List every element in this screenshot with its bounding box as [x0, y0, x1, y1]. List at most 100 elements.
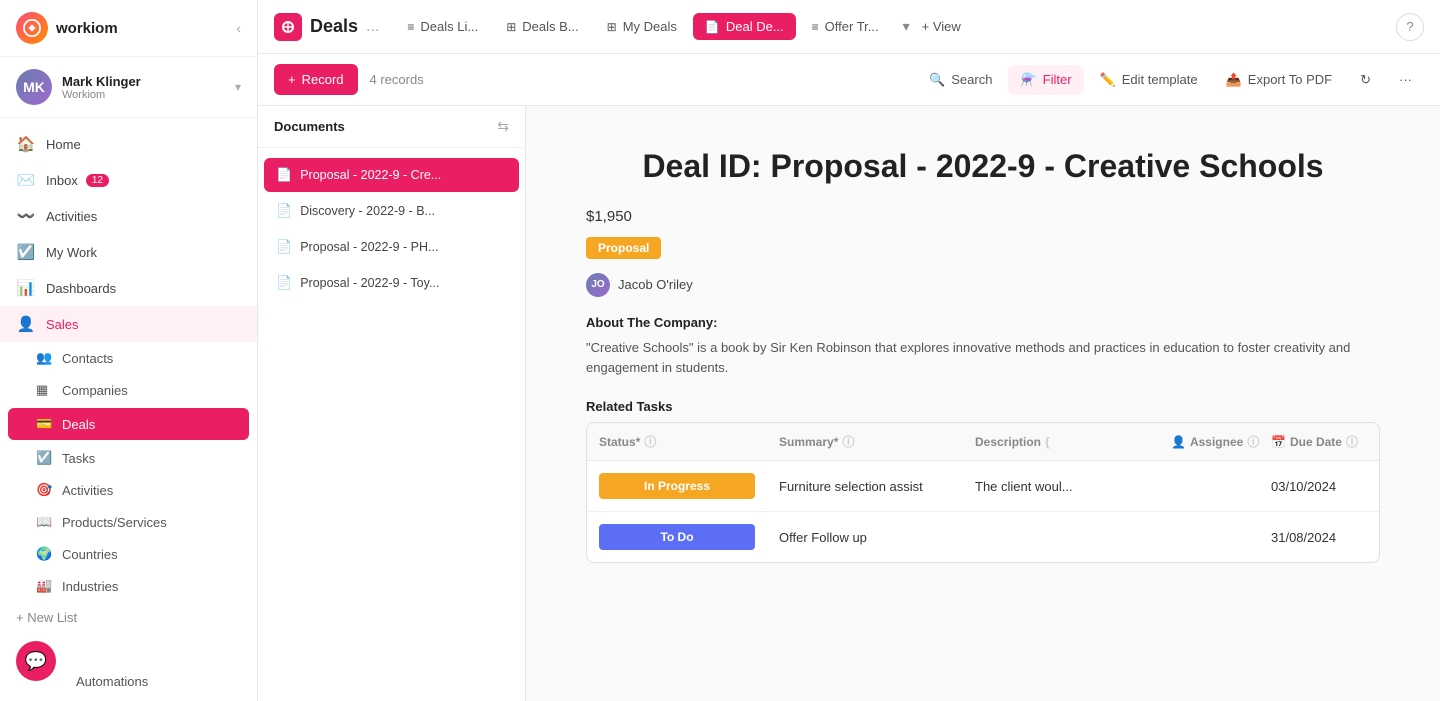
task-summary-cell: Offer Follow up: [767, 518, 963, 557]
task-due-date-cell: 03/10/2024: [1259, 467, 1379, 506]
chat-bubble-button[interactable]: 💬: [16, 641, 56, 681]
doc-list: 📄 Proposal - 2022-9 - Cre... 📄 Discovery…: [258, 148, 525, 310]
doc-item-4[interactable]: 📄 Proposal - 2022-9 - Toy...: [264, 266, 519, 300]
doc-item-1[interactable]: 📄 Proposal - 2022-9 - Cre...: [264, 158, 519, 192]
tasks-table: Status* ⓘ Summary* ⓘ Description { 👤 Ass…: [586, 422, 1380, 563]
filter-icon: ⚗️: [1020, 72, 1036, 88]
deal-assignee: JO Jacob O'riley: [586, 273, 1380, 297]
nav-items: 🏠 Home ✉️ Inbox 12 〰️ Activities ☑️ My W…: [0, 118, 257, 641]
refresh-button[interactable]: ↻: [1348, 65, 1383, 95]
more-options-button[interactable]: ···: [1387, 65, 1424, 94]
doc-file-icon: 📄: [276, 239, 292, 255]
due-date-header-label: Due Date: [1290, 435, 1342, 449]
assignee-info-icon: ⓘ: [1247, 433, 1259, 450]
sidebar-item-products[interactable]: 📖 Products/Services: [0, 506, 257, 538]
documents-panel: Documents ⇆ 📄 Proposal - 2022-9 - Cre...…: [258, 106, 526, 701]
sidebar-item-my-work[interactable]: ☑️ My Work: [0, 234, 257, 270]
table-row: To Do Offer Follow up 31/08/2024: [587, 512, 1379, 562]
tasks-header: Status* ⓘ Summary* ⓘ Description { 👤 Ass…: [587, 423, 1379, 461]
detail-panel: Deal ID: Proposal - 2022-9 - Creative Sc…: [526, 106, 1440, 701]
list-icon: ≡: [407, 20, 414, 34]
table-row: In Progress Furniture selection assist T…: [587, 461, 1379, 512]
col-due-date: 📅 Due Date ⓘ: [1259, 423, 1379, 460]
tab-deals-list[interactable]: ≡ Deals Li...: [395, 13, 490, 40]
content-area: Documents ⇆ 📄 Proposal - 2022-9 - Cre...…: [258, 106, 1440, 701]
sidebar-item-activities[interactable]: 〰️ Activities: [0, 198, 257, 234]
tab-offer-template[interactable]: ≡ Offer Tr...: [800, 13, 891, 40]
user-chevron-icon[interactable]: ▾: [235, 80, 241, 94]
sidebar-item-contacts[interactable]: 👥 Contacts: [0, 342, 257, 374]
records-count: 4 records: [370, 72, 918, 87]
sidebar-item-dashboards[interactable]: 📊 Dashboards: [0, 270, 257, 306]
toolbar: + Record 4 records 🔍 Search ⚗️ Filter ✏️…: [258, 54, 1440, 106]
automations-link[interactable]: Automations: [60, 670, 164, 693]
search-icon: 🔍: [929, 72, 945, 88]
user-org: Workiom: [62, 89, 141, 101]
offer-icon: ≡: [812, 20, 819, 34]
documents-collapse-icon[interactable]: ⇆: [497, 118, 509, 135]
documents-header: Documents ⇆: [258, 106, 525, 148]
assignee-header-label: Assignee: [1190, 435, 1243, 449]
industries-icon: 🏭: [36, 578, 54, 594]
tab-my-deals[interactable]: ⊞ My Deals: [595, 13, 689, 40]
products-icon: 📖: [36, 514, 54, 530]
tab-deals-board[interactable]: ⊞ Deals B...: [494, 13, 590, 40]
task-due-date-cell: 31/08/2024: [1259, 518, 1379, 557]
task-summary-cell: Furniture selection assist: [767, 467, 963, 506]
deal-detail-icon: 📄: [705, 20, 720, 34]
assignee-name: Jacob O'riley: [618, 277, 693, 292]
export-button[interactable]: 📤 Export To PDF: [1214, 65, 1344, 95]
sidebar-sub-label: Products/Services: [62, 515, 167, 530]
refresh-icon: ↻: [1360, 72, 1371, 88]
deal-badge: Proposal: [586, 237, 661, 259]
new-list-button[interactable]: + New List: [0, 602, 257, 633]
my-work-icon: ☑️: [16, 243, 36, 261]
assignee-header-icon: 👤: [1171, 435, 1186, 449]
sidebar-item-inbox[interactable]: ✉️ Inbox 12: [0, 162, 257, 198]
doc-item-2[interactable]: 📄 Discovery - 2022-9 - B...: [264, 194, 519, 228]
sidebar-item-companies[interactable]: ▦ Companies: [0, 374, 257, 406]
search-button[interactable]: 🔍 Search: [917, 65, 1004, 95]
inbox-badge: 12: [86, 174, 109, 187]
view-tabs: ≡ Deals Li... ⊞ Deals B... ⊞ My Deals 📄 …: [395, 13, 1396, 40]
sidebar-item-label: Dashboards: [46, 281, 116, 296]
sidebar-item-sales[interactable]: 👤 Sales: [0, 306, 257, 342]
tab-deal-detail[interactable]: 📄 Deal De...: [693, 13, 796, 40]
sidebar-item-deals[interactable]: 💳 Deals: [8, 408, 249, 440]
edit-template-button[interactable]: ✏️ Edit template: [1088, 65, 1210, 95]
doc-item-3[interactable]: 📄 Proposal - 2022-9 - PH...: [264, 230, 519, 264]
about-title: About The Company:: [586, 315, 1380, 330]
due-date-icon: 📅: [1271, 435, 1286, 449]
sidebar: workiom ‹ MK Mark Klinger Workiom ▾ 🏠 Ho…: [0, 0, 258, 701]
task-status-cell: To Do: [587, 512, 767, 562]
help-icon[interactable]: ?: [1396, 13, 1424, 41]
tab-label: Deals Li...: [420, 19, 478, 34]
tabs-dropdown-icon[interactable]: ▾: [903, 18, 910, 35]
sidebar-item-tasks[interactable]: ☑️ Tasks: [0, 442, 257, 474]
tab-label: Deal De...: [726, 19, 784, 34]
task-description-cell: [963, 525, 1159, 549]
section-dots-menu[interactable]: ...: [366, 18, 379, 36]
logo-icon: [16, 12, 48, 44]
sidebar-item-home[interactable]: 🏠 Home: [0, 126, 257, 162]
filter-button[interactable]: ⚗️ Filter: [1008, 65, 1083, 95]
top-nav: Deals ... ≡ Deals Li... ⊞ Deals B... ⊞ M…: [258, 0, 1440, 54]
sidebar-collapse-icon[interactable]: ‹: [236, 20, 241, 36]
add-view-button[interactable]: + View: [914, 13, 969, 40]
avatar: MK: [16, 69, 52, 105]
deals-icon: 💳: [36, 416, 54, 432]
deal-amount: $1,950: [586, 208, 1380, 225]
record-button[interactable]: + Record: [274, 64, 358, 95]
countries-icon: 🌍: [36, 546, 54, 562]
deal-title: Deal ID: Proposal - 2022-9 - Creative Sc…: [586, 146, 1380, 188]
sidebar-item-countries[interactable]: 🌍 Countries: [0, 538, 257, 570]
sidebar-item-activities-sub[interactable]: 🎯 Activities: [0, 474, 257, 506]
record-plus-icon: +: [288, 72, 296, 87]
description-header-label: Description: [975, 435, 1041, 449]
sidebar-item-label: Home: [46, 137, 81, 152]
edit-icon: ✏️: [1100, 72, 1116, 88]
sidebar-item-industries[interactable]: 🏭 Industries: [0, 570, 257, 602]
sidebar-sub-label: Countries: [62, 547, 118, 562]
tab-label: Offer Tr...: [825, 19, 879, 34]
col-summary: Summary* ⓘ: [767, 423, 963, 460]
